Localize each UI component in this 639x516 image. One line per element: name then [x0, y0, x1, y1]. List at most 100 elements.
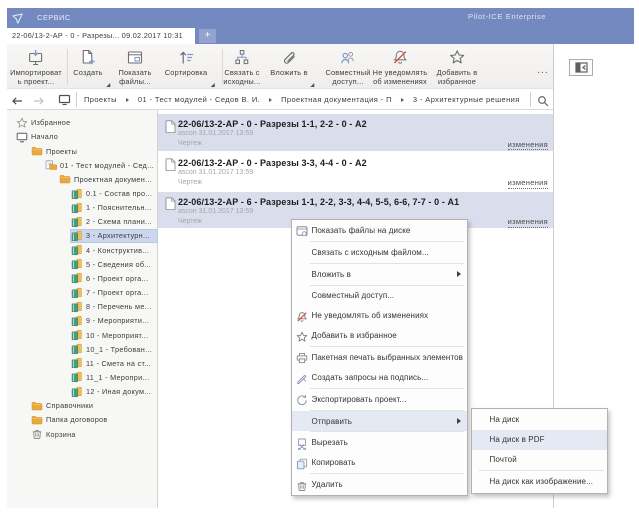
tree-item[interactable]: 8 - Перечень ме...: [71, 300, 157, 313]
tree-item[interactable]: Начало: [16, 131, 157, 144]
panel-toggle-icon: [570, 62, 592, 73]
tree-item[interactable]: Проекты: [31, 145, 157, 158]
mprinter-icon: [296, 351, 308, 364]
mshow-files-icon: [296, 224, 308, 238]
breadcrumb-item[interactable]: 3 - Архитектурные решения: [413, 95, 520, 104]
context-menu-item[interactable]: Пакетная печать выбранных элементов: [292, 348, 467, 368]
tree-item-label: 11 - Смета на ст...: [86, 358, 152, 368]
tree-item-label: 11_1 - Меропри...: [86, 372, 150, 382]
changes-link[interactable]: изменения: [507, 217, 548, 228]
context-menu-item[interactable]: Вырезать: [292, 433, 467, 453]
toolbar-button[interactable]: Показать файлы...: [118, 47, 151, 89]
breadcrumb-item[interactable]: 01 - Тест модулей - Седов В. И.: [138, 95, 260, 104]
section-icon: [71, 258, 83, 270]
submenu-item[interactable]: На диск как изображение...: [472, 472, 607, 492]
context-menu-item[interactable]: Отправить: [292, 411, 467, 431]
tree-item-label: 5 - Сведения об...: [86, 259, 152, 269]
toolbar-button[interactable]: Создать: [73, 47, 110, 89]
submenu-item[interactable]: Почтой: [472, 450, 607, 470]
tree-item[interactable]: 5 - Сведения об...: [71, 258, 157, 271]
toolbar-button[interactable]: Добавить в избранное: [437, 47, 478, 89]
title-bar: СЕРВИС Pilot-ICE Enterprise 22-06/13-2-А…: [7, 8, 634, 44]
document-icon: [165, 197, 176, 211]
context-menu-item-label: Не уведомлять об изменениях: [311, 311, 429, 321]
toolbar-button[interactable]: Связать с исходны...: [223, 47, 260, 89]
context-menu-item[interactable]: Не уведомлять об изменениях: [292, 306, 467, 326]
forward-button[interactable]: [33, 94, 45, 106]
context-menu-item-label: Добавить в избранное: [311, 331, 397, 341]
toolbar-button[interactable]: Вложить в: [270, 47, 315, 89]
changes-link[interactable]: изменения: [507, 140, 548, 150]
tree-item[interactable]: 01 - Тест модулей - Сед...: [45, 159, 157, 172]
tree-item-label: Избранное: [31, 118, 71, 128]
context-menu-item[interactable]: Совместный доступ...: [292, 286, 467, 306]
context-menu-item[interactable]: Добавить в избранное: [292, 326, 467, 346]
toolbar-button[interactable]: Импортироват ь проект...: [10, 47, 62, 89]
submenu-arrow-icon: [457, 418, 461, 425]
back-button[interactable]: [11, 94, 23, 106]
submenu-item[interactable]: На диск в PDF: [472, 429, 607, 450]
context-menu-item[interactable]: Удалить: [292, 475, 467, 495]
toolbar-separator: [67, 49, 68, 85]
context-menu-item[interactable]: Связать с исходным файлом...: [292, 242, 467, 262]
tree-item[interactable]: 7 - Проект орга...: [71, 286, 157, 299]
tree-item[interactable]: 11 - Смета на ст...: [71, 357, 157, 370]
tree-item[interactable]: Проектная докумен...: [59, 173, 157, 186]
tree-item[interactable]: 2 - Схема плани...: [71, 216, 157, 229]
navigation-bar: Проекты 01 - Тест модулей - Седов В. И. …: [7, 88, 553, 110]
tree-item[interactable]: Папка договоров: [31, 414, 157, 427]
document-icon: [165, 119, 176, 133]
tree-item[interactable]: Избранное: [16, 117, 157, 130]
document-row[interactable]: 22-06/13-2-АР - 0 - Разрезы 3-3, 4-4 - 0…: [158, 152, 553, 190]
tree-item[interactable]: Корзина: [31, 428, 157, 441]
document-row[interactable]: 22-06/13-2-АР - 0 - Разрезы 1-1, 2-2 - 0…: [158, 114, 553, 151]
toolbar-button-label: Сортировка: [164, 68, 208, 77]
no-icon: [296, 246, 308, 258]
tree-item[interactable]: 9 - Мероприяти...: [71, 315, 157, 328]
tree-item[interactable]: 1 - Пояснительн...: [71, 201, 157, 214]
context-menu-item[interactable]: Создать запросы на подпись...: [292, 367, 467, 387]
tree-item[interactable]: 10_1 - Требован...: [71, 343, 157, 356]
document-type: Чертеж: [178, 140, 202, 147]
toolbar-button[interactable]: Совместный доступ...: [325, 47, 370, 89]
search-icon[interactable]: [537, 94, 549, 106]
section-icon: [71, 343, 83, 355]
document-meta: ascon 31.01.2017 13:59: [178, 130, 254, 137]
document-tab[interactable]: 22-06/13-2-АР - 0 - Разрезы... 09.02.201…: [7, 28, 195, 44]
breadcrumb-item[interactable]: Проектная документация - П: [281, 95, 392, 104]
tree-item[interactable]: 6 - Проект орга...: [71, 272, 157, 285]
project-icon: [45, 159, 57, 171]
tree-item[interactable]: 0.1 - Состав про...: [71, 187, 157, 200]
breadcrumb: Проекты 01 - Тест модулей - Седов В. И. …: [84, 89, 520, 110]
context-menu-item[interactable]: Экспортировать проект...: [292, 389, 467, 409]
document-type: Чертеж: [178, 178, 202, 186]
context-menu-item[interactable]: Вложить в: [292, 264, 467, 284]
tree-item-label: 1 - Пояснительн...: [86, 203, 152, 213]
tree-item[interactable]: 3 - Архитектурн...: [70, 228, 158, 244]
toolbar-button[interactable]: Сортировка: [164, 47, 215, 89]
breadcrumb-item[interactable]: Проекты: [84, 95, 117, 104]
separator: [76, 92, 77, 107]
toolbar-button[interactable]: Не уведомлять об изменениях: [373, 47, 428, 89]
tree-item[interactable]: 10 - Мероприят...: [71, 329, 157, 342]
context-menu-item-label: Показать файлы на диске: [311, 225, 411, 235]
home-icon[interactable]: [58, 93, 71, 106]
submenu-arrow-icon: [457, 271, 461, 278]
changes-link[interactable]: изменения: [507, 178, 548, 189]
context-menu-item[interactable]: Показать файлы на диске: [292, 221, 467, 241]
separator: [530, 92, 531, 107]
new-tab-button[interactable]: +: [199, 29, 216, 43]
toolbar-more-button[interactable]: ...: [537, 65, 548, 76]
document-title: 22-06/13-2-АР - 0 - Разрезы 1-1, 2-2 - 0…: [178, 119, 367, 129]
service-menu[interactable]: СЕРВИС: [37, 13, 71, 22]
send-submenu: На диск На диск в PDF Почтой На диск как…: [471, 407, 608, 494]
toggle-panel-button[interactable]: [569, 59, 593, 76]
tree-item[interactable]: 11_1 - Меропри...: [71, 371, 157, 384]
tree-item-label: 10_1 - Требован...: [86, 344, 153, 354]
tree-item[interactable]: Справочники: [31, 400, 157, 413]
submenu-item[interactable]: На диск: [472, 410, 607, 430]
context-menu-item[interactable]: Копировать: [292, 453, 467, 473]
tree-item[interactable]: 4 - Конструктив...: [71, 244, 157, 257]
tree-item[interactable]: 12 - Иная докум...: [71, 385, 157, 398]
submenu-item-label: На диск: [489, 415, 520, 425]
